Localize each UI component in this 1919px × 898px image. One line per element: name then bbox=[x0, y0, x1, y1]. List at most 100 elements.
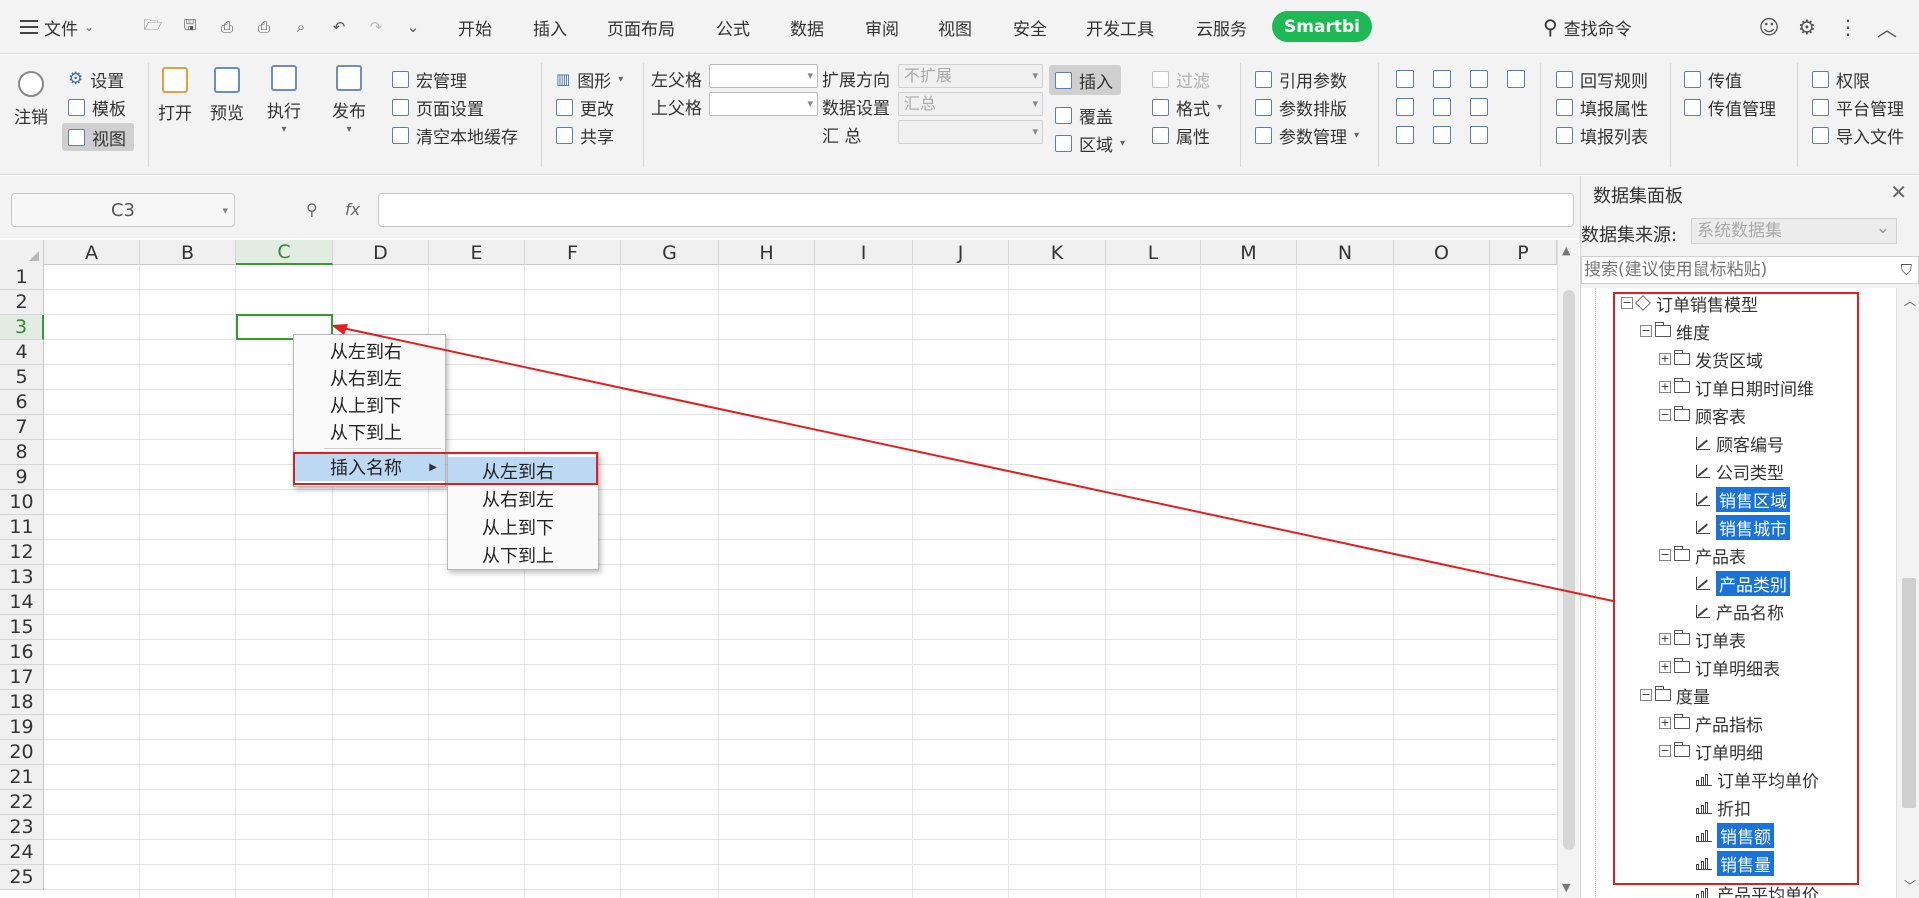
feedback-icon[interactable]: ☺ bbox=[1754, 12, 1784, 42]
data-setting-select[interactable]: 汇总 bbox=[898, 92, 1043, 116]
submenu-item-bottom-to-top[interactable]: 从下到上 bbox=[448, 541, 598, 568]
row-header[interactable]: 11 bbox=[0, 515, 44, 540]
preview-button[interactable]: 预览 bbox=[210, 67, 244, 124]
tab-security[interactable]: 安全 bbox=[1013, 12, 1047, 42]
fill-property-button[interactable]: 填报属性 bbox=[1556, 93, 1648, 121]
row-header[interactable]: 12 bbox=[0, 540, 44, 565]
scrollbar-thumb[interactable] bbox=[1563, 290, 1575, 850]
region-button[interactable]: 区域 ▾ bbox=[1055, 129, 1125, 157]
tab-cloud[interactable]: 云服务 bbox=[1196, 12, 1247, 42]
text-control-icon[interactable] bbox=[1470, 126, 1488, 144]
scroll-up-icon[interactable]: ︿ bbox=[1904, 292, 1916, 309]
scroll-up-icon[interactable]: ▲ bbox=[1562, 244, 1570, 257]
menu-item-bottom-to-top[interactable]: 从下到上 bbox=[294, 418, 445, 445]
row-header[interactable]: 22 bbox=[0, 790, 44, 815]
row-header[interactable]: 4 bbox=[0, 340, 44, 365]
link-control-icon[interactable] bbox=[1433, 126, 1451, 144]
row-header[interactable]: 13 bbox=[0, 565, 44, 590]
column-header[interactable]: E bbox=[429, 240, 525, 265]
scroll-down-icon[interactable]: ﹀ bbox=[1904, 877, 1916, 894]
template-button[interactable]: 模板 bbox=[68, 93, 126, 121]
row-header[interactable]: 3 bbox=[0, 315, 44, 340]
param-layout-button[interactable]: 参数排版 bbox=[1255, 93, 1347, 121]
top-parent-select[interactable] bbox=[709, 92, 818, 116]
platform-manage-button[interactable]: 平台管理 bbox=[1812, 93, 1904, 121]
open-button[interactable]: 打开 bbox=[158, 67, 192, 124]
settings-button[interactable]: ⚙ 设置 bbox=[68, 65, 124, 93]
row-header[interactable]: 23 bbox=[0, 815, 44, 840]
page-setup-button[interactable]: 页面设置 bbox=[392, 93, 484, 121]
execute-button[interactable]: 执行 ▾ bbox=[267, 65, 301, 135]
logout-button[interactable]: 注销 bbox=[14, 71, 48, 128]
row-header[interactable]: 8 bbox=[0, 440, 44, 465]
tab-page-layout[interactable]: 页面布局 bbox=[607, 12, 675, 42]
row-header[interactable]: 25 bbox=[0, 865, 44, 890]
column-header[interactable]: P bbox=[1490, 240, 1557, 265]
column-header[interactable]: J bbox=[913, 240, 1009, 265]
column-header[interactable]: G bbox=[621, 240, 719, 265]
tab-smartbi[interactable]: Smartbi bbox=[1272, 11, 1372, 42]
menu-item-right-to-left[interactable]: 从右到左 bbox=[294, 364, 445, 391]
column-header[interactable]: C bbox=[236, 240, 333, 265]
pass-value-button[interactable]: 传值 bbox=[1684, 65, 1742, 93]
column-header[interactable]: B bbox=[140, 240, 236, 265]
window-control-icon[interactable] bbox=[1470, 70, 1488, 88]
tab-home[interactable]: 开始 bbox=[458, 12, 492, 42]
row-header[interactable]: 7 bbox=[0, 415, 44, 440]
row-header[interactable]: 14 bbox=[0, 590, 44, 615]
file-menu[interactable]: 文件 ⌄ bbox=[20, 14, 94, 40]
print-preview-icon[interactable]: ⌕ bbox=[290, 14, 312, 40]
chart-button[interactable]: ▥ 图形 ▾ bbox=[556, 65, 623, 93]
zoom-icon[interactable]: ⚲ bbox=[306, 200, 318, 219]
close-icon[interactable]: ✕ bbox=[1890, 180, 1907, 204]
menu-item-top-to-bottom[interactable]: 从上到下 bbox=[294, 391, 445, 418]
publish-button[interactable]: 发布 ▾ bbox=[332, 65, 366, 135]
format-button[interactable]: 格式 ▾ bbox=[1152, 93, 1222, 121]
fill-list-button[interactable]: 填报列表 bbox=[1556, 121, 1648, 149]
gear-icon[interactable]: ⚙ bbox=[1792, 12, 1822, 42]
row-header[interactable]: 10 bbox=[0, 490, 44, 515]
row-header[interactable]: 9 bbox=[0, 465, 44, 490]
dataset-search-input[interactable] bbox=[1582, 257, 1882, 283]
spreadsheet-grid[interactable]: ABCDEFGHIJKLMNOP 1 2 3 4 5 6 7 8 9 10 11 12 13 14 15 16… bbox=[0, 240, 1557, 898]
open-folder-icon[interactable]: 🗁 bbox=[142, 14, 164, 40]
fx-icon[interactable]: fx bbox=[345, 200, 360, 219]
tab-formula[interactable]: 公式 bbox=[716, 12, 750, 42]
list-control-icon[interactable] bbox=[1507, 70, 1525, 88]
column-header[interactable]: N bbox=[1297, 240, 1394, 265]
submenu-item-top-to-bottom[interactable]: 从上到下 bbox=[448, 513, 598, 540]
row-header[interactable]: 19 bbox=[0, 715, 44, 740]
cell-name-box[interactable]: C3 bbox=[11, 193, 235, 227]
submenu-item-right-to-left[interactable]: 从右到左 bbox=[448, 485, 598, 512]
collapse-ribbon-icon[interactable]: ︿ bbox=[1872, 12, 1902, 42]
row-header[interactable]: 16 bbox=[0, 640, 44, 665]
find-command[interactable]: ⚲ 查找命令 bbox=[1543, 12, 1632, 42]
row-header[interactable]: 6 bbox=[0, 390, 44, 415]
filter-icon[interactable]: ⛉ bbox=[1901, 261, 1912, 279]
formula-input[interactable] bbox=[378, 193, 1574, 227]
dropdown-control-icon[interactable] bbox=[1433, 70, 1451, 88]
view-button[interactable]: 视图 bbox=[62, 123, 134, 151]
macro-manage-button[interactable]: 宏管理 bbox=[392, 65, 467, 93]
column-header[interactable]: H bbox=[719, 240, 815, 265]
grid-control-icon[interactable] bbox=[1396, 98, 1414, 116]
summary-select[interactable] bbox=[898, 120, 1043, 144]
customize-toolbar-icon[interactable]: ⌄ bbox=[402, 14, 424, 40]
change-button[interactable]: 更改 bbox=[556, 93, 614, 121]
print-icon[interactable]: ⎙ bbox=[253, 14, 275, 40]
insert-button[interactable]: 插入 bbox=[1049, 65, 1121, 95]
filter-button[interactable]: 过滤 bbox=[1152, 65, 1210, 93]
select-all-corner[interactable] bbox=[0, 240, 44, 265]
row-header[interactable]: 21 bbox=[0, 765, 44, 790]
row-header[interactable]: 18 bbox=[0, 690, 44, 715]
row-header[interactable]: 17 bbox=[0, 665, 44, 690]
more-icon[interactable]: ⋮ bbox=[1833, 12, 1863, 42]
row-header[interactable]: 5 bbox=[0, 365, 44, 390]
pass-value-manage-button[interactable]: 传值管理 bbox=[1684, 93, 1776, 121]
column-header[interactable]: O bbox=[1394, 240, 1490, 265]
group-control-icon[interactable] bbox=[1433, 98, 1451, 116]
import-file-button[interactable]: 导入文件 bbox=[1812, 121, 1904, 149]
tab-insert[interactable]: 插入 bbox=[533, 12, 567, 42]
tab-review[interactable]: 审阅 bbox=[865, 12, 899, 42]
property-button[interactable]: 属性 bbox=[1152, 121, 1210, 149]
